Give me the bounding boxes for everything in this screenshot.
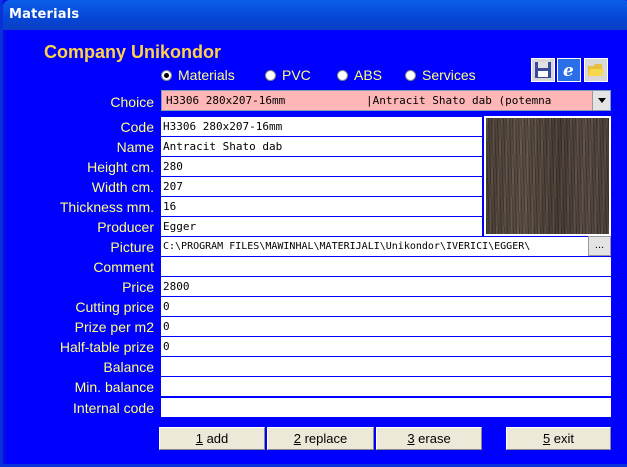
add-hotkey: 1: [195, 431, 203, 446]
radio-materials[interactable]: Materials: [161, 66, 235, 84]
code-label: Code: [120, 119, 154, 135]
exit-label: exit: [550, 431, 575, 446]
radio-services[interactable]: Services: [405, 66, 476, 84]
balance-label: Balance: [103, 359, 154, 375]
open-folder-icon: [588, 64, 604, 76]
picture-path-field[interactable]: C:\PROGRAM FILES\MAWINHAL\MATERIJALI\Uni…: [161, 237, 588, 257]
choice-label: Choice: [110, 94, 154, 110]
min-balance-field[interactable]: [161, 377, 611, 397]
producer-field[interactable]: Egger: [161, 217, 482, 237]
half-table-price-label: Half-table prize: [59, 339, 154, 355]
width-label: Width cm.: [91, 179, 154, 195]
erase-hotkey: 3: [407, 431, 415, 446]
name-label: Name: [116, 139, 154, 155]
radio-abs[interactable]: ABS: [337, 66, 382, 84]
erase-label: erase: [414, 431, 451, 446]
balance-field[interactable]: [161, 357, 611, 377]
client-area: Company Unikondor Materials PVC ABS Serv…: [6, 30, 627, 464]
half-table-price-field[interactable]: 0: [161, 337, 611, 357]
internal-code-label: Internal code: [73, 400, 154, 416]
window-title: Materials: [9, 7, 80, 22]
company-name: Company Unikondor: [44, 42, 222, 62]
height-label: Height cm.: [87, 159, 154, 175]
save-button[interactable]: [531, 58, 555, 82]
price-label: Price: [122, 279, 154, 295]
replace-label: replace: [300, 431, 348, 446]
replace-hotkey: 2: [293, 431, 301, 446]
price-per-m2-label: Prize per m2: [74, 319, 154, 335]
materials-window: Materials Company Unikondor Materials PV…: [0, 0, 627, 467]
min-balance-label: Min. balance: [74, 379, 154, 395]
radio-dot: [405, 69, 416, 81]
radio-dot: [265, 69, 276, 81]
radio-label: Services: [422, 67, 476, 83]
chevron-down-icon[interactable]: [592, 91, 610, 110]
open-folder-button[interactable]: [584, 58, 608, 82]
add-label: add: [202, 431, 229, 446]
add-button[interactable]: 1 add: [159, 427, 265, 450]
thickness-field[interactable]: 16: [161, 197, 482, 217]
internal-code-field[interactable]: [161, 398, 611, 418]
floppy-disk-icon: [535, 62, 551, 78]
producer-label: Producer: [97, 219, 154, 235]
cutting-price-field[interactable]: 0: [161, 297, 611, 317]
internet-explorer-icon: e: [563, 61, 574, 79]
height-field[interactable]: 280: [161, 157, 482, 177]
comment-label: Comment: [93, 259, 154, 275]
internet-button[interactable]: e: [557, 58, 581, 82]
picture-label: Picture: [110, 239, 154, 255]
radio-dot: [161, 69, 172, 81]
choice-code: H3306 280x207-16mm: [166, 94, 286, 107]
erase-button[interactable]: 3 erase: [376, 427, 482, 450]
exit-button[interactable]: 5 exit: [506, 427, 611, 450]
browse-button[interactable]: ...: [588, 236, 611, 256]
price-field[interactable]: 2800: [161, 277, 611, 297]
radio-label: PVC: [282, 67, 311, 83]
thickness-label: Thickness mm.: [59, 199, 154, 215]
replace-button[interactable]: 2 replace: [267, 427, 374, 450]
cutting-price-label: Cutting price: [75, 299, 154, 315]
radio-dot: [337, 69, 348, 81]
title-bar[interactable]: Materials: [3, 0, 627, 30]
name-field[interactable]: Antracit Shato dab: [161, 137, 482, 157]
material-picture: [484, 116, 611, 236]
price-per-m2-field[interactable]: 0: [161, 317, 611, 337]
radio-pvc[interactable]: PVC: [265, 66, 311, 84]
radio-label: ABS: [354, 67, 383, 83]
code-field[interactable]: H3306 280x207-16mm: [161, 117, 482, 137]
choice-select[interactable]: H3306 280x207-16mm |Antracit Shato dab (…: [161, 90, 611, 111]
comment-field[interactable]: [161, 257, 611, 277]
choice-description: |Antracit Shato dab (potemna: [366, 94, 552, 107]
radio-label: Materials: [178, 67, 235, 83]
svg-text:e: e: [563, 61, 574, 79]
width-field[interactable]: 207: [161, 177, 482, 197]
